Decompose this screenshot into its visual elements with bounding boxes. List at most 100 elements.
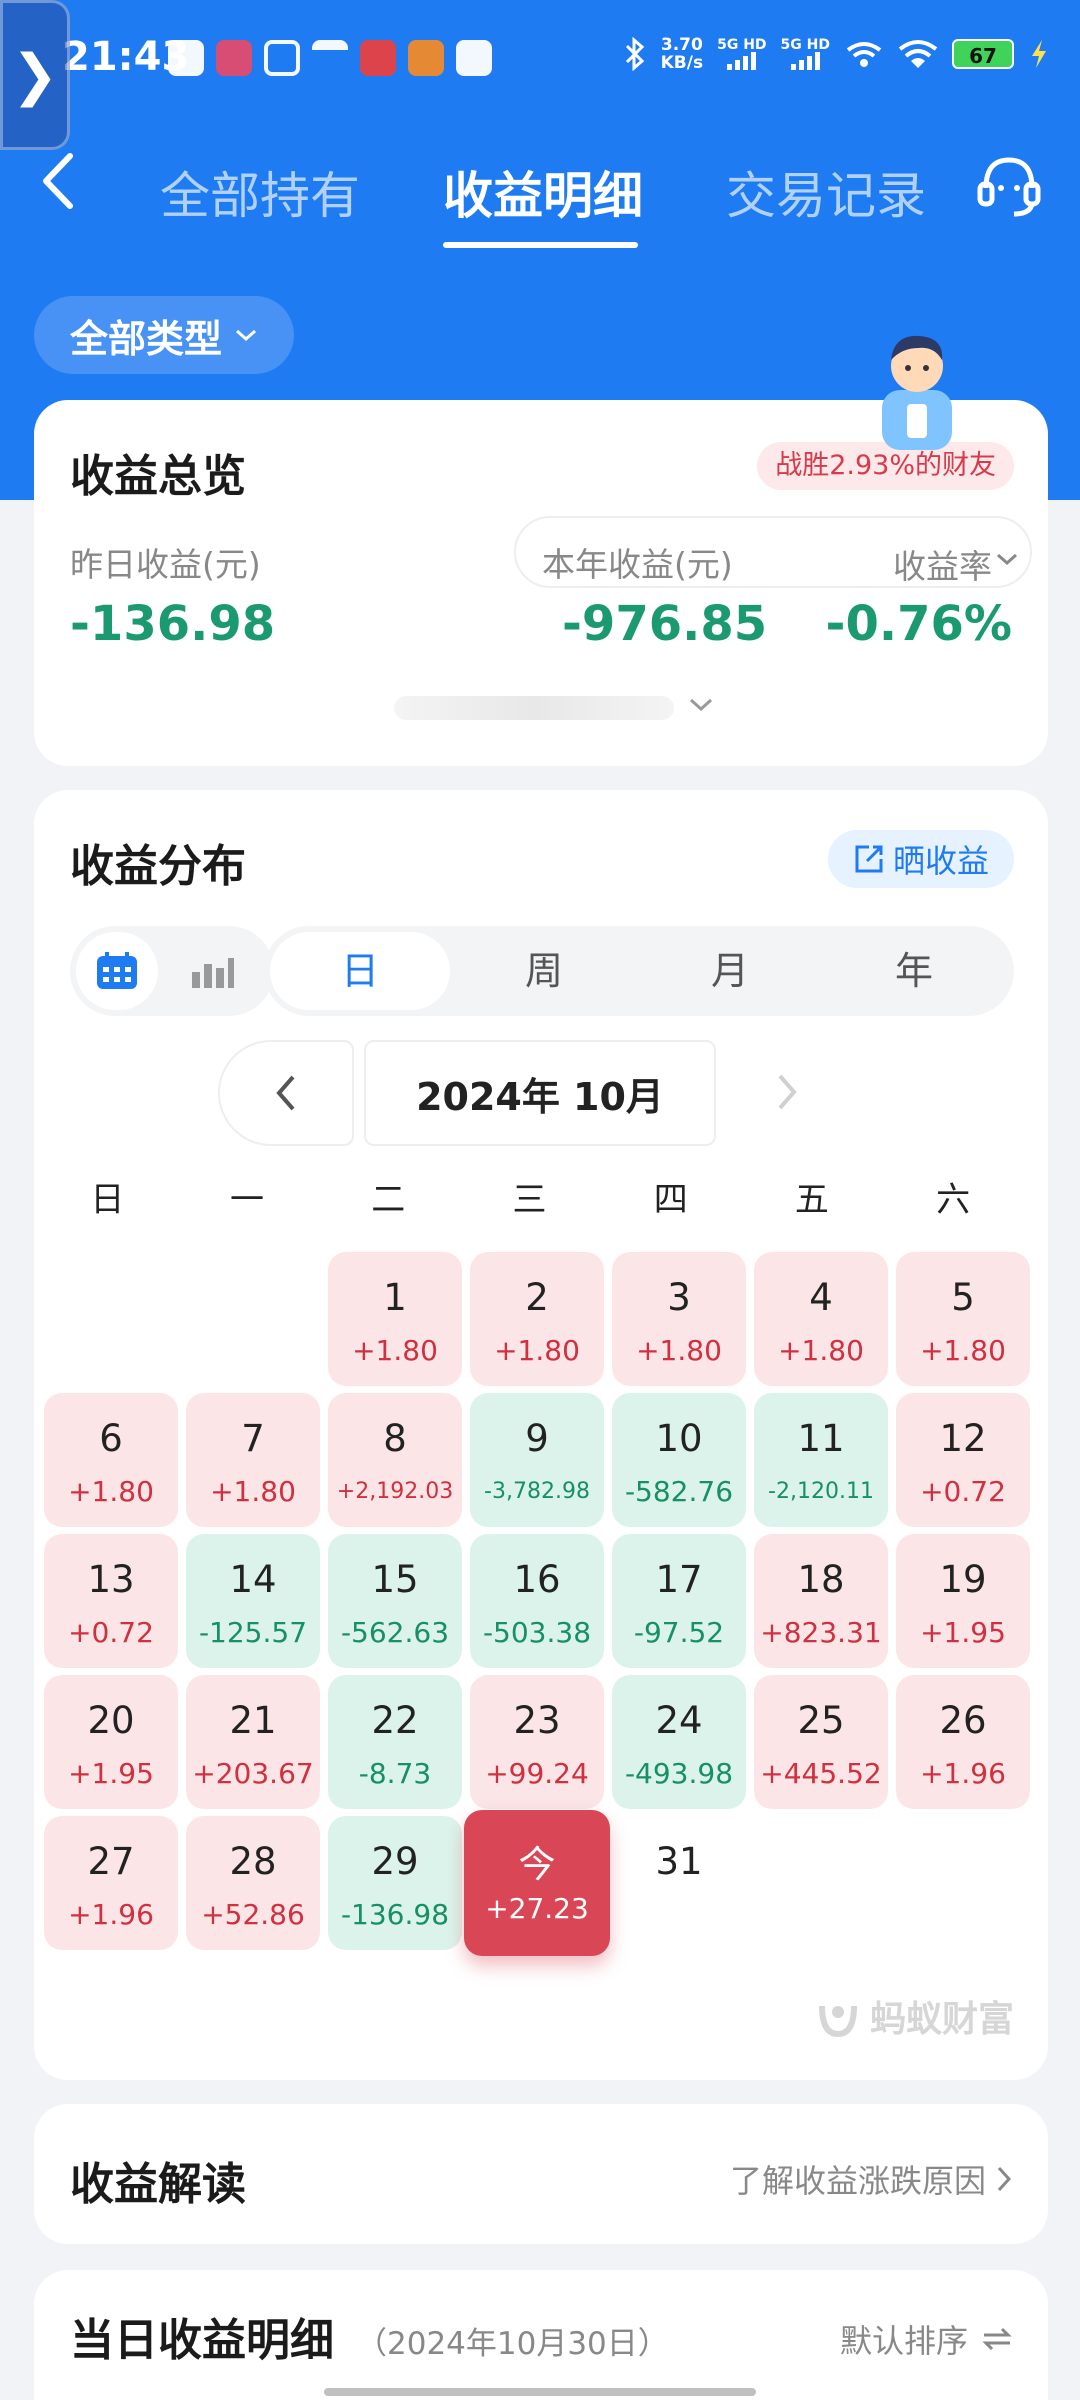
calendar-day-today[interactable]: 今 +27.23 xyxy=(464,1810,610,1956)
calendar-day[interactable]: 27 +1.96 xyxy=(44,1816,178,1950)
calendar-day[interactable]: 19 +1.95 xyxy=(896,1534,1030,1668)
calendar-day[interactable]: 21 +203.67 xyxy=(186,1675,320,1809)
top-nav: 全部持有 收益明细 交易记录 xyxy=(0,120,1080,250)
calendar-day[interactable]: 8 +2,192.03 xyxy=(328,1393,462,1527)
calendar-day[interactable]: 2 +1.80 xyxy=(470,1252,604,1386)
day-earnings: +1.96 xyxy=(68,1898,154,1931)
watermark-text: 蚂蚁财富 xyxy=(869,1999,1014,2040)
day-earnings: -503.38 xyxy=(482,1616,592,1649)
day-earnings: +1.95 xyxy=(68,1757,154,1790)
day-number: 28 xyxy=(229,1840,277,1883)
day-number: 27 xyxy=(87,1840,135,1883)
day-number: 21 xyxy=(229,1699,277,1742)
calendar-day[interactable]: 17 -97.52 xyxy=(612,1534,746,1668)
calendar-day[interactable]: 18 +823.31 xyxy=(754,1534,888,1668)
calendar-day[interactable]: 12 +0.72 xyxy=(896,1393,1030,1527)
tab-earnings-detail[interactable]: 收益明细 xyxy=(443,156,643,228)
calendar-view-button[interactable] xyxy=(76,932,158,1010)
ant-fortune-logo-icon xyxy=(818,2005,857,2038)
daily-detail-card: 当日收益明细 （2024年10月30日） 默认排序 xyxy=(34,2270,1048,2400)
expand-overview[interactable] xyxy=(394,690,724,724)
calendar-day[interactable]: 6 +1.80 xyxy=(44,1393,178,1527)
mascot-illustration xyxy=(882,335,952,450)
calendar-day[interactable]: 13 +0.72 xyxy=(44,1534,178,1668)
back-button[interactable] xyxy=(30,146,90,216)
app-notification-icon xyxy=(216,40,252,76)
calendar-day[interactable]: 14 -125.57 xyxy=(186,1534,320,1668)
alipay-notification-icon xyxy=(456,40,492,76)
calendar-day[interactable]: 23 +99.24 xyxy=(470,1675,604,1809)
chevron-down-icon xyxy=(689,698,713,712)
day-number: 8 xyxy=(383,1417,407,1460)
day-earnings: +0.72 xyxy=(68,1616,154,1649)
calendar-day[interactable]: 10 -582.76 xyxy=(612,1393,746,1527)
calendar-day[interactable]: 16 -503.38 xyxy=(470,1534,604,1668)
type-filter-dropdown[interactable]: 全部类型 xyxy=(34,296,294,374)
calendar-day[interactable]: 29 -136.98 xyxy=(328,1816,462,1950)
day-earnings: +823.31 xyxy=(760,1616,882,1649)
calendar-day[interactable]: 25 +445.52 xyxy=(754,1675,888,1809)
status-bar: 21:43 3.70 KB/s 5G HD 5G HD 67 xyxy=(0,0,1080,120)
calendar-day[interactable]: 1 +1.80 xyxy=(328,1252,462,1386)
day-number: 2 xyxy=(525,1276,549,1319)
sort-button[interactable]: 默认排序 xyxy=(840,2316,1012,2362)
calendar-day[interactable]: 4 +1.80 xyxy=(754,1252,888,1386)
calendar-day[interactable]: 26 +1.96 xyxy=(896,1675,1030,1809)
day-earnings: +1.80 xyxy=(920,1334,1006,1367)
period-tab-month[interactable]: 月 xyxy=(640,932,820,1010)
signal-1: 5G HD xyxy=(717,38,767,70)
weekday-label: 六 xyxy=(936,1180,971,1220)
next-month-button[interactable] xyxy=(774,1072,800,1112)
day-number: 13 xyxy=(87,1558,135,1601)
active-tab-indicator xyxy=(443,242,638,248)
period-tab-week[interactable]: 周 xyxy=(454,932,634,1010)
calendar-day[interactable]: 28 +52.86 xyxy=(186,1816,320,1950)
prev-month-button[interactable] xyxy=(218,1040,354,1146)
weekday-label: 五 xyxy=(794,1180,829,1220)
calendar-day[interactable]: 11 -2,120.11 xyxy=(754,1393,888,1527)
day-number: 19 xyxy=(939,1558,987,1601)
interpretation-card[interactable]: 收益解读 了解收益涨跌原因 xyxy=(34,2104,1048,2244)
overview-title: 收益总览 xyxy=(70,451,246,502)
day-number: 9 xyxy=(525,1417,549,1460)
app-notification-icon xyxy=(408,40,444,76)
tab-transaction-records[interactable]: 交易记录 xyxy=(726,156,926,228)
day-number: 26 xyxy=(939,1699,987,1742)
calendar-day[interactable]: 31 xyxy=(612,1816,746,1950)
period-tab-year[interactable]: 年 xyxy=(824,932,1004,1010)
day-earnings: +52.86 xyxy=(201,1898,305,1931)
day-earnings: +1.95 xyxy=(920,1616,1006,1649)
app-notification-icon xyxy=(360,40,396,76)
daily-detail-title: 当日收益明细 xyxy=(70,2315,334,2366)
day-earnings: +1.80 xyxy=(494,1334,580,1367)
bluetooth-icon xyxy=(625,37,644,71)
day-earnings: +1.80 xyxy=(352,1334,438,1367)
calendar-day[interactable]: 24 -493.98 xyxy=(612,1675,746,1809)
hotspot-icon xyxy=(846,42,882,67)
watermark: 蚂蚁财富 xyxy=(814,1990,1014,2042)
customer-service-icon[interactable] xyxy=(974,150,1044,220)
bar-chart-view-icon[interactable] xyxy=(190,950,234,990)
calendar-day[interactable]: 15 -562.63 xyxy=(328,1534,462,1668)
day-earnings: -493.98 xyxy=(624,1757,734,1790)
day-number: 1 xyxy=(383,1276,407,1319)
rate-label[interactable]: 收益率 xyxy=(893,540,992,588)
day-earnings: +0.72 xyxy=(920,1475,1006,1508)
calendar-day[interactable]: 3 +1.80 xyxy=(612,1252,746,1386)
system-status: 3.70 KB/s 5G HD 5G HD 67 xyxy=(623,36,1050,72)
period-tab-day[interactable]: 日 xyxy=(270,932,450,1010)
calendar-day[interactable]: 20 +1.95 xyxy=(44,1675,178,1809)
calendar-day[interactable]: 5 +1.80 xyxy=(896,1252,1030,1386)
share-earnings-button[interactable]: 晒收益 xyxy=(828,830,1014,888)
interpretation-title: 收益解读 xyxy=(70,2159,246,2210)
tab-all-holdings[interactable]: 全部持有 xyxy=(160,156,360,228)
calendar-day[interactable]: 22 -8.73 xyxy=(328,1675,462,1809)
calendar-day[interactable]: 7 +1.80 xyxy=(186,1393,320,1527)
wifi-icon xyxy=(898,40,938,68)
interpretation-link[interactable]: 了解收益涨跌原因 xyxy=(730,2156,1012,2202)
calendar-day[interactable]: 9 -3,782.98 xyxy=(470,1393,604,1527)
day-earnings: +1.80 xyxy=(210,1475,296,1508)
day-number: 31 xyxy=(655,1840,703,1883)
sort-icon xyxy=(982,2327,1012,2351)
share-label: 晒收益 xyxy=(892,842,989,880)
